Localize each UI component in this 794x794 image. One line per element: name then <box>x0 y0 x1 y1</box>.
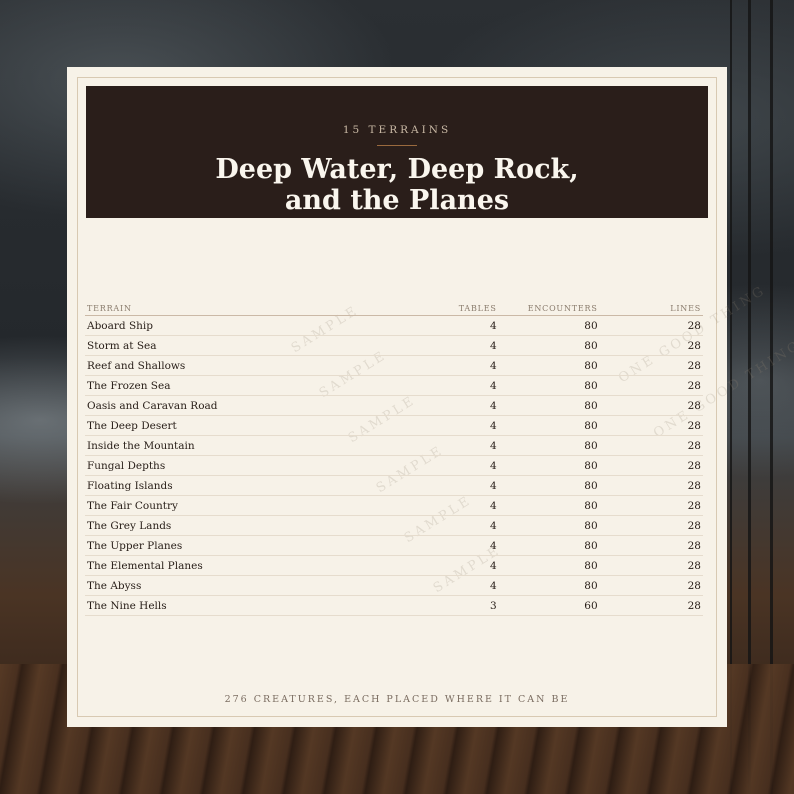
table-row: The Deep Desert 4 80 28 <box>85 415 703 436</box>
encounters-count: 80 <box>498 435 600 456</box>
lines-count: 28 <box>599 355 703 376</box>
encounters-count: 80 <box>498 515 600 536</box>
tables-count: 4 <box>370 315 499 336</box>
col-lines: LINES <box>599 299 703 316</box>
tables-count: 4 <box>370 415 499 436</box>
accent-rule <box>377 145 417 146</box>
title-banner: 15 TERRAINS Deep Water, Deep Rock, and t… <box>86 86 708 218</box>
tables-count: 4 <box>370 535 499 556</box>
encounters-count: 80 <box>498 575 600 596</box>
terrain-name: The Deep Desert <box>85 415 371 436</box>
tables-count: 4 <box>370 555 499 576</box>
lines-count: 28 <box>599 475 703 496</box>
terrain-name: The Frozen Sea <box>85 375 371 396</box>
lines-count: 28 <box>599 435 703 456</box>
lines-count: 28 <box>599 335 703 356</box>
title-line-1: Deep Water, Deep Rock, <box>215 154 579 185</box>
table-row: Storm at Sea 4 80 28 <box>85 335 703 356</box>
encounters-count: 80 <box>498 315 600 336</box>
terrain-name: Fungal Depths <box>85 455 371 476</box>
tables-count: 4 <box>370 455 499 476</box>
lines-count: 28 <box>599 315 703 336</box>
encounters-count: 80 <box>498 335 600 356</box>
title-line-2: and the Planes <box>284 185 510 216</box>
table-row: The Elemental Planes 4 80 28 <box>85 555 703 576</box>
terrain-name: The Fair Country <box>85 495 371 516</box>
encounters-count: 80 <box>498 395 600 416</box>
tables-count: 4 <box>370 435 499 456</box>
lines-count: 28 <box>599 595 703 616</box>
table-row: The Abyss 4 80 28 <box>85 575 703 596</box>
lines-count: 28 <box>599 555 703 576</box>
table-row: Aboard Ship 4 80 28 <box>85 315 703 336</box>
encounters-count: 80 <box>498 415 600 436</box>
table-row: The Fair Country 4 80 28 <box>85 495 703 516</box>
creature-count-footer: 276 CREATURES, EACH PLACED WHERE IT CAN … <box>224 694 570 705</box>
col-encounters: ENCOUNTERS <box>498 299 600 316</box>
lines-count: 28 <box>599 535 703 556</box>
terrain-name: Oasis and Caravan Road <box>85 395 371 416</box>
tables-count: 4 <box>370 575 499 596</box>
tables-count: 4 <box>370 495 499 516</box>
terrain-name: The Elemental Planes <box>85 555 371 576</box>
terrain-name: Inside the Mountain <box>85 435 371 456</box>
tables-count: 4 <box>370 395 499 416</box>
table-row: The Grey Lands 4 80 28 <box>85 515 703 536</box>
tables-count: 4 <box>370 375 499 396</box>
tables-count: 4 <box>370 475 499 496</box>
table-row: Reef and Shallows 4 80 28 <box>85 355 703 376</box>
encounters-count: 80 <box>498 475 600 496</box>
terrain-count-kicker: 15 TERRAINS <box>342 124 452 136</box>
terrain-name: The Nine Hells <box>85 595 371 616</box>
encounters-count: 80 <box>498 495 600 516</box>
lines-count: 28 <box>599 395 703 416</box>
encounters-count: 80 <box>498 355 600 376</box>
table-row: Inside the Mountain 4 80 28 <box>85 435 703 456</box>
terrain-table-container: TERRAIN TABLES ENCOUNTERS LINES Aboard S… <box>85 299 703 616</box>
terrain-name: Aboard Ship <box>85 315 371 336</box>
table-row: The Nine Hells 3 60 28 <box>85 595 703 616</box>
table-row: Floating Islands 4 80 28 <box>85 475 703 496</box>
tables-count: 4 <box>370 335 499 356</box>
encounters-count: 80 <box>498 535 600 556</box>
col-tables: TABLES <box>370 299 499 316</box>
terrain-name: Reef and Shallows <box>85 355 371 376</box>
lines-count: 28 <box>599 495 703 516</box>
terrain-name: The Abyss <box>85 575 371 596</box>
terrain-name: The Grey Lands <box>85 515 371 536</box>
table-row: The Upper Planes 4 80 28 <box>85 535 703 556</box>
terrain-name: The Upper Planes <box>85 535 371 556</box>
tables-count: 4 <box>370 515 499 536</box>
tables-count: 3 <box>370 595 499 616</box>
terrain-table: TERRAIN TABLES ENCOUNTERS LINES Aboard S… <box>85 299 703 616</box>
tables-count: 4 <box>370 355 499 376</box>
lines-count: 28 <box>599 375 703 396</box>
lines-count: 28 <box>599 415 703 436</box>
encounters-count: 80 <box>498 455 600 476</box>
table-row: The Frozen Sea 4 80 28 <box>85 375 703 396</box>
encounters-count: 80 <box>498 375 600 396</box>
table-header-row: TERRAIN TABLES ENCOUNTERS LINES <box>85 299 703 316</box>
lines-count: 28 <box>599 455 703 476</box>
terrain-name: Storm at Sea <box>85 335 371 356</box>
lines-count: 28 <box>599 515 703 536</box>
terrain-name: Floating Islands <box>85 475 371 496</box>
terrain-card: 15 TERRAINS Deep Water, Deep Rock, and t… <box>67 67 794 727</box>
lines-count: 28 <box>599 575 703 596</box>
table-row: Oasis and Caravan Road 4 80 28 <box>85 395 703 416</box>
encounters-count: 60 <box>498 595 600 616</box>
col-terrain: TERRAIN <box>85 299 371 316</box>
encounters-count: 80 <box>498 555 600 576</box>
page-title: Deep Water, Deep Rock, and the Planes <box>86 154 708 216</box>
table-row: Fungal Depths 4 80 28 <box>85 455 703 476</box>
